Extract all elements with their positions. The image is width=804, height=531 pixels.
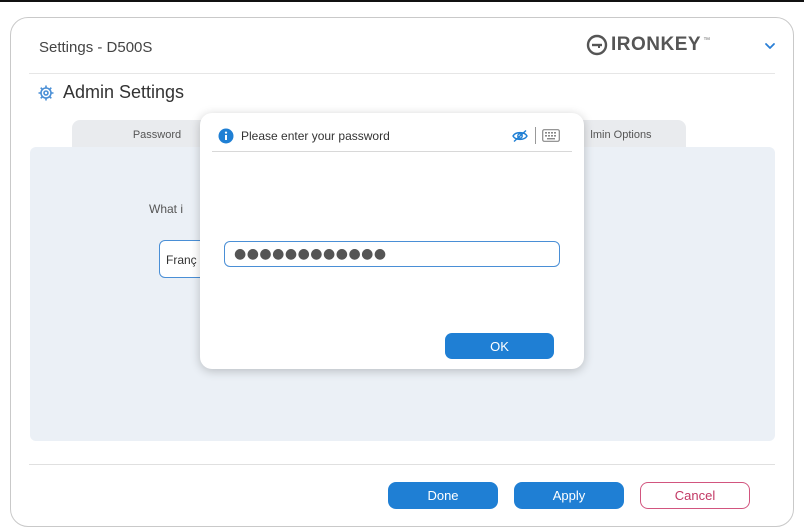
info-icon (218, 128, 234, 144)
password-input[interactable] (224, 241, 560, 267)
dialog-header: Please enter your password (218, 123, 568, 149)
password-dialog: Please enter your password OK (200, 113, 584, 369)
header-separator (535, 127, 536, 144)
ok-button[interactable]: OK (445, 333, 554, 359)
dialog-title: Please enter your password (241, 129, 390, 143)
modal-overlay: Please enter your password OK (0, 0, 804, 531)
dialog-divider (212, 151, 572, 152)
keyboard-icon[interactable] (542, 129, 560, 142)
eye-off-icon[interactable] (512, 129, 528, 143)
